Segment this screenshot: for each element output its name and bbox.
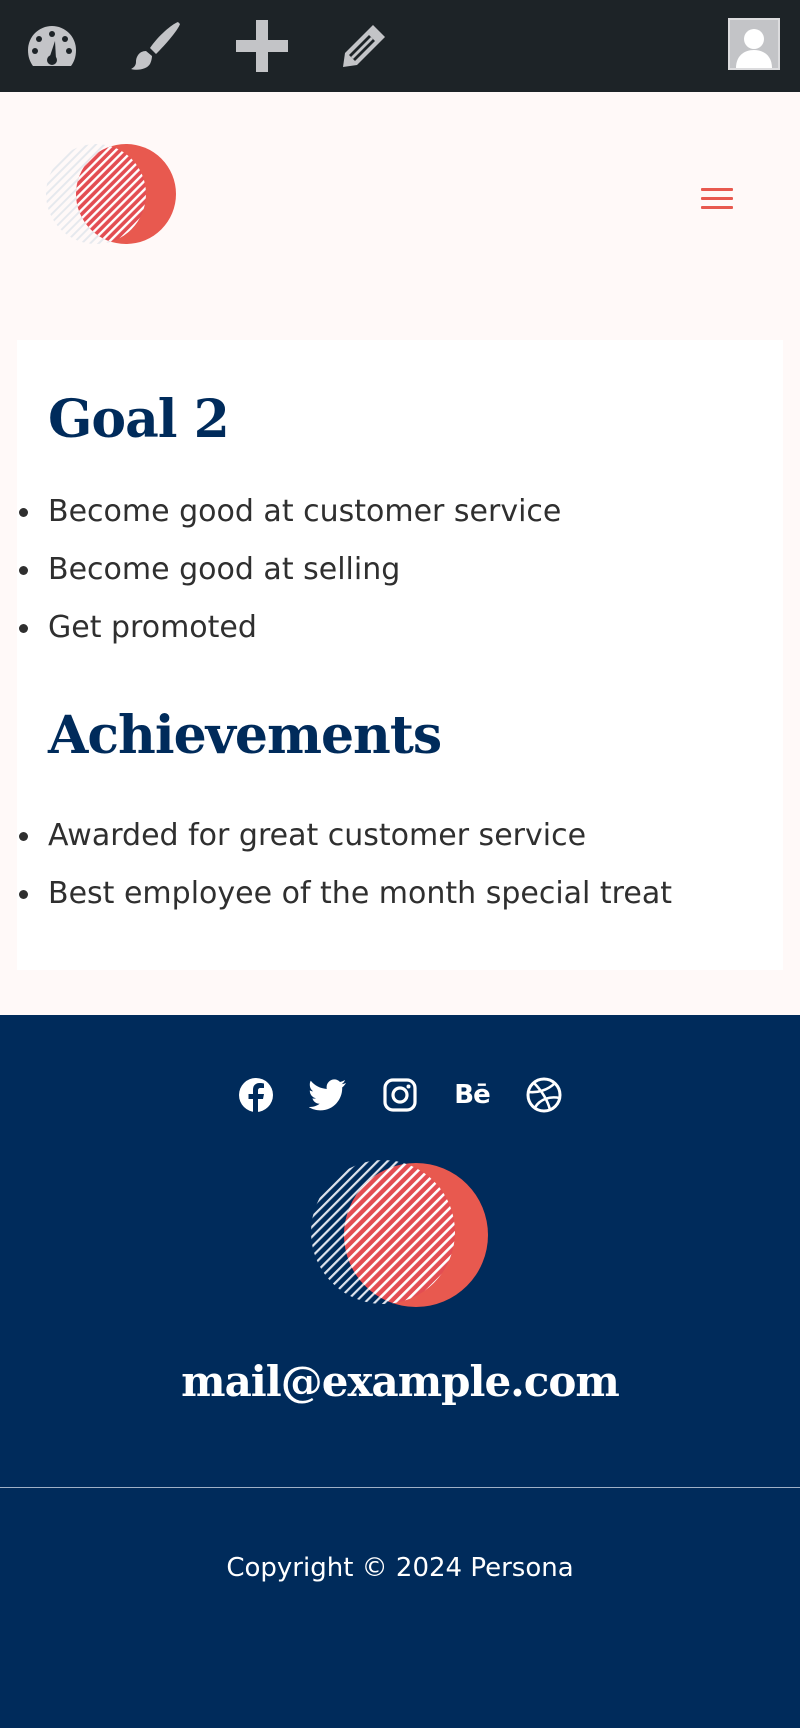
- site-header: [0, 92, 800, 340]
- achievements-heading: Achievements: [48, 705, 442, 766]
- instagram-icon[interactable]: [378, 1073, 422, 1117]
- list-item: Awarded for great customer service: [19, 807, 672, 865]
- dribbble-icon[interactable]: [522, 1073, 566, 1117]
- facebook-icon[interactable]: [234, 1073, 278, 1117]
- user-avatar-icon[interactable]: [728, 18, 780, 70]
- list-item: Best employee of the month special treat: [19, 865, 672, 923]
- footer-divider: [0, 1487, 800, 1488]
- behance-icon[interactable]: Bē: [450, 1073, 494, 1117]
- footer-logo: [308, 1160, 492, 1310]
- hamburger-menu-icon[interactable]: [688, 172, 746, 224]
- content-card: Goal 2 Become good at customer service B…: [17, 340, 783, 970]
- footer-email-link[interactable]: mail@example.com: [0, 1357, 800, 1407]
- edit-pencil-icon[interactable]: [324, 12, 404, 80]
- goal-heading: Goal 2: [48, 389, 230, 450]
- list-item: Become good at customer service: [18, 483, 561, 541]
- list-item: Get promoted: [18, 599, 561, 657]
- twitter-icon[interactable]: [306, 1073, 350, 1117]
- social-links: Bē: [0, 1065, 800, 1123]
- list-item: Become good at selling: [18, 541, 561, 599]
- dashboard-icon[interactable]: [12, 12, 92, 80]
- site-logo[interactable]: [46, 142, 176, 246]
- copyright-text: Copyright © 2024 Persona: [226, 1553, 574, 1583]
- customize-brush-icon[interactable]: [116, 12, 196, 80]
- admin-bar: [0, 0, 800, 92]
- achievements-list: Awarded for great customer service Best …: [19, 807, 672, 923]
- goal-list: Become good at customer service Become g…: [18, 483, 561, 657]
- site-footer: Bē mail@example.com Copyright © 2024 Per…: [0, 1015, 800, 1728]
- new-content-plus-icon[interactable]: [222, 12, 302, 80]
